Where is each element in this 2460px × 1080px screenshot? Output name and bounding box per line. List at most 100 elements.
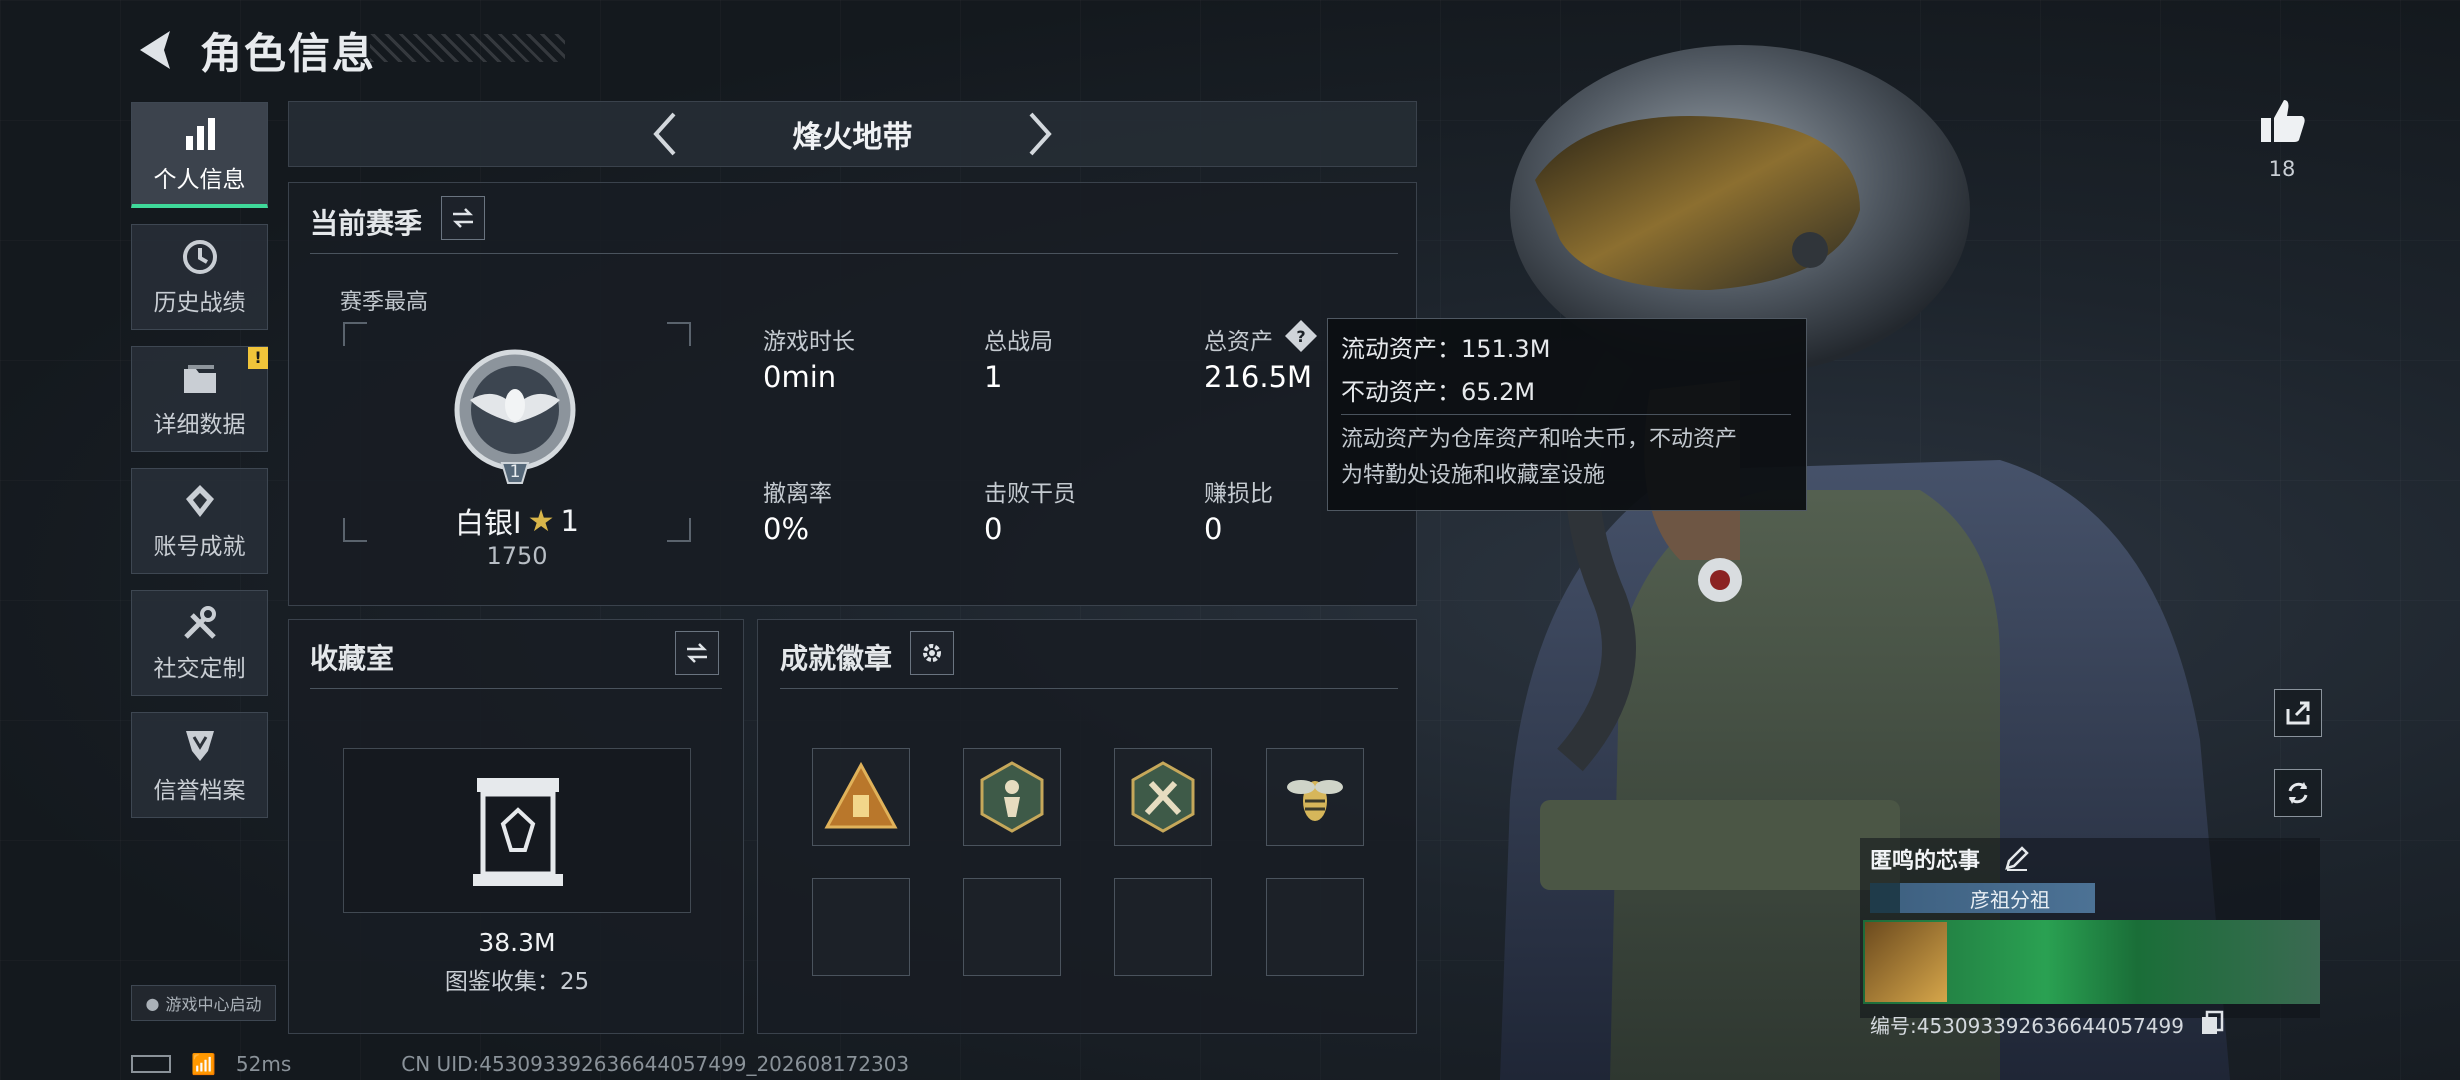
thumbs-up-icon[interactable] — [2258, 96, 2308, 146]
achievement-badge-slot[interactable] — [1266, 748, 1364, 846]
triangle-badge-icon — [824, 761, 898, 829]
rank-name: 白银I — [455, 506, 522, 540]
sidebar-item-label: 详细数据 — [153, 412, 246, 438]
like-count: 18 — [2268, 157, 2296, 181]
bar-chart-icon — [185, 117, 215, 150]
edit-icon[interactable] — [2003, 844, 2031, 872]
star-icon: ★ — [527, 503, 555, 539]
switch-arrows-icon — [452, 208, 474, 228]
tooltip-note-line1: 流动资产为仓库资产和哈夫币，不动资产 — [1341, 427, 1738, 452]
tooltip-liquid-assets: 流动资产：151.3M — [1341, 335, 1551, 363]
sidebar-item-label: 历史战绩 — [153, 290, 246, 316]
club-avatar-icon — [1870, 883, 1900, 913]
stat-value: 0 — [984, 512, 1003, 546]
empty-badge-slot[interactable] — [963, 878, 1061, 976]
achievement-badge-slot[interactable] — [812, 748, 910, 846]
player-uid: 编号:453093392636644057499 — [1870, 1014, 2184, 1038]
share-button[interactable] — [2274, 689, 2322, 737]
rank-star: 1 — [560, 504, 579, 538]
ping-value: 52ms — [235, 1052, 292, 1076]
stat-value: 0min — [763, 360, 837, 394]
season-title: 当前赛季 — [310, 207, 423, 240]
stat-label: 赚损比 — [1204, 481, 1273, 507]
status-bar: 📶 52ms CN UID:453093392636644057499_2026… — [131, 1052, 909, 1076]
achievements-divider — [780, 688, 1398, 689]
folder-icon — [183, 365, 216, 393]
svg-text:?: ? — [1296, 327, 1305, 346]
shield-icon — [185, 731, 214, 761]
stat-label: 游戏时长 — [763, 329, 855, 355]
mode-title: 烽火地带 — [792, 120, 913, 155]
stat-label: 撤离率 — [763, 481, 832, 507]
hex-tools-badge-icon — [1131, 761, 1195, 833]
rank-row: 白银I ★ 1 — [343, 500, 691, 542]
battery-icon — [131, 1055, 171, 1073]
stat-value: 1 — [984, 360, 1003, 394]
club-tag[interactable]: 彦祖分祖 — [1870, 883, 2095, 913]
back-arrow-icon[interactable] — [130, 25, 180, 75]
achievement-icon — [185, 485, 214, 517]
stat-label: 总资产 — [1204, 329, 1273, 355]
achievement-badge-slot[interactable] — [1114, 748, 1212, 846]
emblem-level: 1 — [509, 462, 521, 482]
sidebar-item-history[interactable]: 历史战绩 — [131, 224, 268, 330]
collection-divider — [310, 688, 722, 689]
collection-display[interactable] — [343, 748, 691, 913]
sidebar-item-label: 个人信息 — [153, 166, 246, 193]
page-title: 角色信息 — [200, 29, 377, 78]
name-card-banner[interactable] — [1863, 920, 2320, 1004]
help-icon[interactable]: ? — [1283, 318, 1319, 354]
status-uid: CN UID:453093392636644057499_20260817230… — [401, 1052, 910, 1076]
sidebar-item-credit-record[interactable]: 信誉档案 — [131, 712, 268, 818]
refresh-button[interactable] — [2274, 769, 2322, 817]
tooltip-fixed-assets: 不动资产：65.2M — [1341, 378, 1536, 406]
tooltip-divider — [1341, 414, 1791, 415]
copy-icon[interactable] — [2200, 1010, 2224, 1036]
player-name: 匿鸣的芯事 — [1870, 849, 1981, 874]
season-divider — [310, 253, 1398, 254]
asset-tooltip: 流动资产：151.3M 不动资产：65.2M 流动资产为仓库资产和哈夫币，不动资… — [1327, 318, 1807, 511]
game-center-launch-button[interactable]: ● 游戏中心启动 — [131, 985, 276, 1021]
achievements-settings-button[interactable] — [910, 631, 954, 675]
player-avatar — [1865, 922, 1947, 1002]
history-icon — [182, 240, 217, 274]
stat-value: 216.5M — [1204, 360, 1313, 394]
gear-icon — [923, 644, 941, 662]
sidebar-item-social-custom[interactable]: 社交定制 — [131, 590, 268, 696]
rank-points: 1750 — [486, 542, 548, 570]
sidebar-item-label: 信誉档案 — [153, 778, 246, 804]
next-mode-arrow-icon[interactable] — [1025, 110, 1055, 158]
collection-title: 收藏室 — [310, 642, 395, 675]
season-best-label: 赛季最高 — [340, 290, 429, 315]
stat-value: 0 — [1204, 512, 1223, 546]
collection-count: 图鉴收集：25 — [444, 969, 590, 995]
refresh-icon — [2288, 782, 2308, 804]
stat-label: 总战局 — [984, 329, 1053, 355]
sidebar-item-label: 社交定制 — [153, 656, 246, 682]
sidebar-item-personal-info[interactable]: 个人信息 — [131, 102, 268, 208]
sidebar-item-achievements[interactable]: 账号成就 — [131, 468, 268, 574]
tooltip-note-line2: 为特勤处设施和收藏室设施 — [1341, 463, 1606, 488]
hex-runner-badge-icon — [980, 761, 1044, 833]
club-name: 彦祖分祖 — [1970, 887, 2050, 912]
achievement-badge-slot[interactable] — [963, 748, 1061, 846]
wasp-badge-icon — [1287, 780, 1343, 821]
collection-switch-button[interactable] — [675, 631, 719, 675]
stat-label: 击败干员 — [984, 481, 1076, 507]
sidebar-item-detail-data[interactable]: 详细数据 ! — [131, 346, 268, 452]
qq-icon: ● — [145, 993, 160, 1013]
wifi-icon: 📶 — [191, 1052, 216, 1076]
share-icon — [2286, 701, 2310, 725]
tools-icon — [183, 606, 216, 639]
empty-badge-slot[interactable] — [812, 878, 910, 976]
empty-badge-slot[interactable] — [1266, 878, 1364, 976]
empty-badge-slot[interactable] — [1114, 878, 1212, 976]
title-decoration — [370, 34, 565, 62]
stat-value: 0% — [763, 512, 810, 546]
launch-label: 游戏中心启动 — [165, 995, 262, 1014]
season-switch-button[interactable] — [441, 196, 485, 240]
alert-badge: ! — [248, 347, 268, 369]
switch-arrows-icon — [686, 643, 708, 663]
display-case-icon — [473, 778, 563, 886]
achievements-title: 成就徽章 — [780, 642, 893, 675]
